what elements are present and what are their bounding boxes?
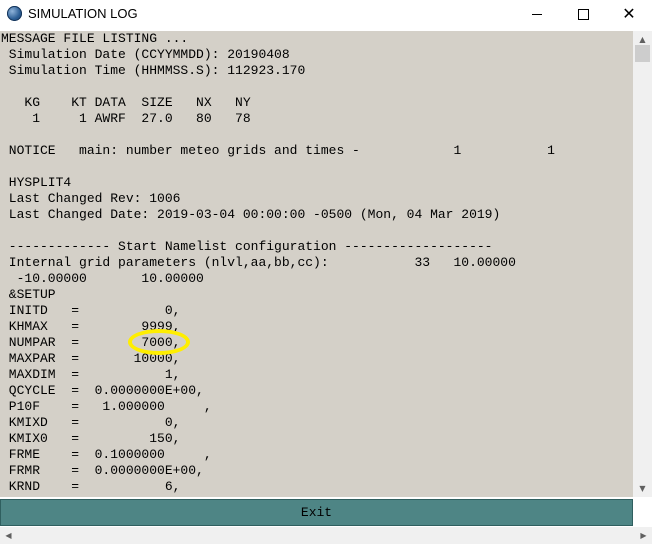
- log-text-area[interactable]: MESSAGE FILE LISTING ... Simulation Date…: [0, 31, 633, 497]
- exit-button[interactable]: Exit: [0, 499, 633, 526]
- horizontal-scrollbar[interactable]: ◀ ▶: [0, 527, 652, 544]
- log-line: INITD = 0,: [1, 303, 181, 318]
- log-line: ------------- Start Namelist configurati…: [1, 239, 493, 254]
- log-line: NOTICE main: number meteo grids and time…: [1, 143, 555, 158]
- maximize-button[interactable]: [560, 0, 606, 28]
- minimize-icon: [532, 13, 542, 15]
- log-line: FRME = 0.1000000 ,: [1, 447, 212, 462]
- highlight-circle: [128, 329, 190, 355]
- minimize-button[interactable]: [514, 0, 560, 28]
- log-line: Last Changed Rev: 1006: [1, 191, 181, 206]
- scroll-thumb[interactable]: [635, 45, 650, 62]
- scroll-down-arrow-icon[interactable]: ▼: [633, 480, 652, 497]
- log-line: Simulation Date (CCYYMMDD): 20190408: [1, 47, 290, 62]
- log-line: -10.00000 10.00000: [1, 271, 204, 286]
- log-line: Internal grid parameters (nlvl,aa,bb,cc)…: [1, 255, 516, 270]
- maximize-icon: [577, 8, 589, 20]
- close-icon: ✕: [622, 4, 636, 23]
- log-line: &SETUP: [1, 287, 56, 302]
- globe-icon: [7, 6, 22, 21]
- log-line: MAXDIM = 1,: [1, 367, 181, 382]
- vertical-scrollbar[interactable]: ▲ ▼: [633, 31, 652, 497]
- log-line: MESSAGE FILE LISTING ...: [1, 31, 189, 46]
- log-line: FRMR = 0.0000000E+00,: [1, 463, 204, 478]
- log-line: KMIX0 = 150,: [1, 431, 181, 446]
- log-line: HYSPLIT4: [1, 175, 72, 190]
- title-bar: SIMULATION LOG ✕: [0, 0, 652, 28]
- window-title: SIMULATION LOG: [28, 6, 138, 21]
- log-line: KRND = 6,: [1, 479, 181, 494]
- log-line: Simulation Time (HHMMSS.S): 112923.170: [1, 63, 306, 78]
- log-line: 1 1 AWRF 27.0 80 78: [1, 111, 251, 126]
- log-line: KMIXD = 0,: [1, 415, 181, 430]
- log-line: QCYCLE = 0.0000000E+00,: [1, 383, 204, 398]
- scroll-left-arrow-icon[interactable]: ◀: [0, 527, 17, 544]
- log-line: P10F = 1.000000 ,: [1, 399, 212, 414]
- log-line: Last Changed Date: 2019-03-04 00:00:00 -…: [1, 207, 501, 222]
- log-line: KG KT DATA SIZE NX NY: [1, 95, 251, 110]
- scroll-right-arrow-icon[interactable]: ▶: [635, 527, 652, 544]
- close-button[interactable]: ✕: [606, 0, 652, 28]
